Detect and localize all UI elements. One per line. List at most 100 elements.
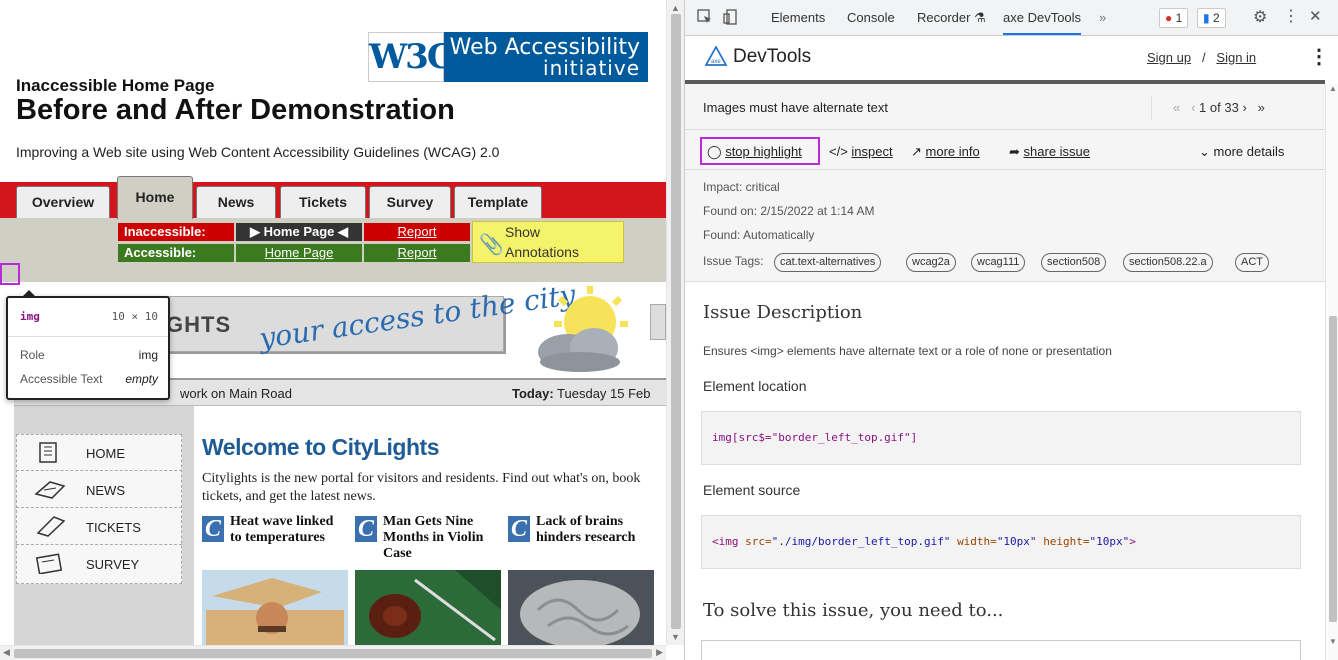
tab-overview[interactable]: Overview	[16, 186, 110, 218]
issue-tags-label: Issue Tags:	[703, 254, 764, 268]
axe-menu-icon[interactable]: ⋮	[1309, 44, 1329, 69]
scroll-thumb[interactable]	[671, 14, 681, 629]
devtools-scroll-down-icon[interactable]: ▼	[1329, 637, 1337, 646]
found-on-text: Found on: 2/15/2022 at 1:14 AM	[703, 204, 875, 218]
src-attr-height: height=	[1043, 535, 1090, 548]
src-open-tag: <img	[712, 535, 739, 548]
news-headline: Man Gets Nine Months in Violin Case	[383, 514, 484, 561]
error-count-badge[interactable]: ● 1	[1159, 8, 1189, 28]
axe-brand-title: DevTools	[733, 46, 812, 67]
devtools-scroll-up-icon[interactable]: ▲	[1329, 84, 1337, 93]
share-issue-button[interactable]: ➦ share issue	[1009, 144, 1090, 160]
devtools-scrollbar[interactable]: ▲ ▼	[1325, 84, 1338, 660]
more-tabs-icon[interactable]: »	[1099, 10, 1106, 25]
page-title-large: Before and After Demonstration	[16, 94, 455, 126]
intro-text: Citylights is the new portal for visitor…	[202, 471, 641, 504]
inaccessible-report-link[interactable]: Report	[364, 223, 470, 241]
location-selector: img[src$="border_left_top.gif"]	[712, 431, 918, 444]
src-val-height: "10px"	[1089, 535, 1130, 548]
settings-gear-icon[interactable]: ⚙	[1253, 7, 1267, 27]
nav-label-news: NEWS	[86, 483, 125, 498]
inspect-button[interactable]: </> inspect	[829, 144, 893, 159]
sign-up-link[interactable]: Sign up	[1147, 50, 1191, 65]
element-source-code[interactable]: <img src="./img/border_left_top.gif" wid…	[701, 515, 1301, 569]
message-count: 2	[1212, 11, 1220, 25]
element-location-code[interactable]: img[src$="border_left_top.gif"]	[701, 411, 1301, 465]
accessible-report-link[interactable]: Report	[364, 244, 470, 262]
nav-label-survey: SURVEY	[86, 557, 140, 572]
impact-text: Impact: critical	[703, 180, 780, 194]
show-annotations-button[interactable]: 📎 Show Annotations	[472, 221, 624, 263]
tab-axe-devtools[interactable]: axe DevTools	[1003, 10, 1082, 35]
accessible-home-link[interactable]: Home Page	[236, 244, 362, 262]
w3c-wai-logo[interactable]: W3C Web Accessibility initiative	[368, 32, 648, 82]
tab-tickets[interactable]: Tickets	[280, 186, 366, 218]
device-toolbar-icon[interactable]	[723, 9, 739, 25]
newspaper-icon	[34, 481, 66, 499]
stop-highlight-button[interactable]: ◯ stop highlight	[707, 144, 802, 160]
scroll-left-icon[interactable]: ◀	[3, 647, 10, 658]
tooltip-text-value: empty	[125, 372, 158, 386]
inspect-label: inspect	[851, 144, 893, 159]
news-item-violin[interactable]: C Man Gets Nine Months in Violin Case	[355, 514, 503, 570]
banner-edge	[650, 304, 666, 340]
annotations-line2: Annotations	[505, 244, 579, 260]
tooltip-role-label: Role	[20, 348, 45, 362]
devtools-scroll-thumb[interactable]	[1329, 316, 1337, 622]
news-c-icon: C	[355, 516, 377, 542]
inspect-element-icon[interactable]	[697, 9, 713, 25]
tooltip-caret	[22, 290, 36, 297]
tab-console[interactable]: Console	[847, 10, 895, 25]
news-item-heatwave[interactable]: C Heat wave linked to temperatures	[202, 514, 350, 570]
news-c-icon: C	[508, 516, 530, 542]
next-page-icon[interactable]: ›	[1242, 100, 1246, 115]
close-devtools-icon[interactable]: ✕	[1309, 7, 1322, 25]
tooltip-role-value: img	[138, 348, 158, 362]
tab-news[interactable]: News	[196, 186, 276, 218]
tab-elements[interactable]: Elements	[771, 10, 825, 25]
nav-item-home[interactable]: HOME	[16, 434, 182, 471]
scroll-right-icon[interactable]: ▶	[656, 647, 663, 658]
first-page-icon[interactable]: «	[1173, 100, 1180, 115]
tooltip-divider	[8, 336, 168, 337]
prev-page-icon[interactable]: ‹	[1191, 100, 1195, 115]
src-attr-src: src=	[745, 535, 772, 548]
nav-item-news[interactable]: NEWS	[16, 471, 182, 508]
page-horizontal-scrollbar[interactable]: ◀ ▶	[0, 645, 666, 660]
issue-tag: section508	[1041, 253, 1107, 272]
more-details-toggle[interactable]: ⌄ more details	[1199, 144, 1284, 160]
scroll-down-icon[interactable]: ▼	[671, 632, 680, 642]
nav-item-survey[interactable]: SURVEY	[16, 545, 182, 582]
news-item-brains[interactable]: C Lack of brains hinders research	[508, 514, 656, 570]
clipboard-icon	[35, 553, 63, 574]
more-options-icon[interactable]: ⋮	[1283, 6, 1299, 26]
scroll-up-icon[interactable]: ▲	[671, 3, 680, 13]
today-value: Tuesday 15 Feb	[557, 386, 651, 401]
hscroll-thumb[interactable]	[14, 649, 652, 658]
banner-brand: GHTS	[166, 312, 232, 337]
element-location-heading: Element location	[703, 378, 807, 394]
page-title-small: Inaccessible Home Page	[16, 76, 215, 95]
issue-tag: wcag2a	[906, 253, 956, 272]
inaccessible-home-link[interactable]: ▶ Home Page ◀	[236, 223, 362, 241]
nav-item-tickets[interactable]: TICKETS	[16, 508, 182, 545]
tab-recorder[interactable]: Recorder ⚗	[917, 10, 986, 26]
wai-logo-line2: initiative	[543, 56, 640, 80]
tab-home[interactable]: Home	[117, 176, 193, 219]
w3c-logo-text: W3C	[368, 32, 454, 82]
tab-survey[interactable]: Survey	[369, 186, 451, 218]
wai-logo-panel: Web Accessibility initiative	[444, 32, 648, 82]
auth-links: Sign up / Sign in	[1147, 50, 1256, 65]
tooltip-text-label: Accessible Text	[20, 372, 103, 386]
issue-title: Images must have alternate text	[703, 100, 888, 115]
sign-in-link[interactable]: Sign in	[1216, 50, 1256, 65]
issue-tag: cat.text-alternatives	[774, 253, 882, 272]
last-page-icon[interactable]: »	[1258, 100, 1265, 115]
error-count: 1	[1175, 11, 1183, 25]
tab-template[interactable]: Template	[454, 186, 542, 218]
src-val-src: "./img/border_left_top.gif"	[771, 535, 951, 548]
page-vertical-scrollbar[interactable]: ▲ ▼	[666, 0, 684, 645]
more-info-button[interactable]: ↗ more info	[911, 144, 980, 160]
message-count-badge[interactable]: ▮ 2	[1197, 8, 1226, 28]
found-method-text: Found: Automatically	[703, 228, 815, 242]
